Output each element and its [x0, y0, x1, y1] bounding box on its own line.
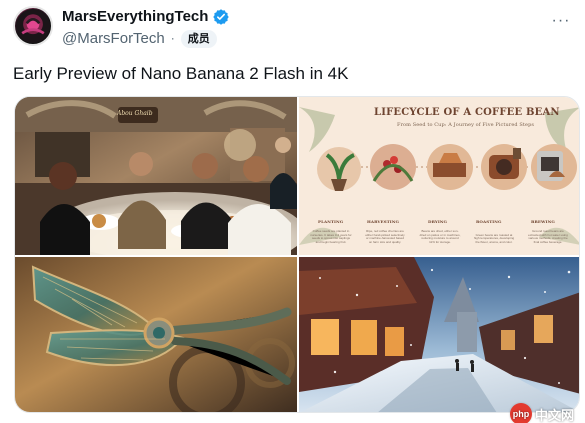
- php-logo-icon: php: [510, 403, 532, 423]
- watermark: php 中文网: [510, 402, 585, 423]
- mechanical-insect-image[interactable]: [15, 257, 297, 412]
- restaurant-sign: Abou Ghaib: [117, 110, 153, 117]
- watermark-text: 中文网: [535, 407, 575, 423]
- coffee-stage-label: ROASTING: [476, 219, 502, 224]
- more-button[interactable]: ···: [549, 12, 573, 29]
- avatar[interactable]: [13, 6, 53, 46]
- harvesting-stage-art: [370, 144, 416, 190]
- coffee-stage-note: Green beans are roasted at high temperat…: [473, 232, 515, 244]
- author-handle-row: @MarsForTech · 成员: [62, 30, 217, 48]
- author-handle[interactable]: @MarsForTech: [62, 30, 165, 48]
- handle-separator: ·: [170, 31, 175, 45]
- coffee-stage-label: BREWING: [531, 219, 555, 224]
- verified-badge-icon: [213, 9, 230, 25]
- restaurant-scene: [15, 97, 297, 255]
- author-display-name[interactable]: MarsEverythingTech: [62, 8, 208, 26]
- mechanical-insect-scene: [15, 257, 297, 412]
- coffee-stage-note: Coffee seeds are planted in nurseries. I…: [310, 229, 352, 244]
- restaurant-image[interactable]: Abou Ghaib: [15, 97, 297, 255]
- coffee-stage-label: HARVESTING: [367, 219, 400, 224]
- coffee-infographic-title: LIFECYCLE OF A COFFEE BEAN: [374, 107, 560, 118]
- snowy-street-scene: [299, 257, 579, 412]
- coffee-stage-note: Beans are dried, either sun-dried on pat…: [419, 229, 461, 244]
- coffee-stage-note: Ground roast beans are extracted with ho…: [528, 229, 568, 244]
- coffee-stage-label: PLANTING: [318, 219, 344, 224]
- brewing-stage-art: [531, 144, 577, 190]
- author-name-row: MarsEverythingTech: [62, 8, 230, 26]
- coffee-stage-label: DRYING: [428, 219, 448, 224]
- coffee-lifecycle-image[interactable]: LIFECYCLE OF A COFFEE BEAN From Seed to …: [299, 97, 579, 255]
- roasting-stage-art: [481, 144, 527, 190]
- coffee-stage-note: Ripe, red coffee cherries are either han…: [365, 229, 405, 244]
- post-header: MarsEverythingTech @MarsForTech · 成员 ···: [13, 6, 573, 50]
- post-text: Early Preview of Nano Banana 2 Flash in …: [13, 64, 349, 83]
- planting-stage-art: [317, 147, 361, 191]
- member-badge[interactable]: 成员: [180, 30, 217, 48]
- mars-avatar-icon: [15, 8, 51, 44]
- coffee-infographic-subtitle: From Seed to Cup: A Journey of Five Pict…: [397, 122, 535, 128]
- snowy-street-image[interactable]: [299, 257, 579, 412]
- drying-stage-art: [427, 144, 473, 190]
- media-grid[interactable]: Abou Ghaib LIFECYCLE OF A COFFEE BEAN Fr…: [14, 96, 580, 413]
- more-icon: ···: [551, 12, 571, 29]
